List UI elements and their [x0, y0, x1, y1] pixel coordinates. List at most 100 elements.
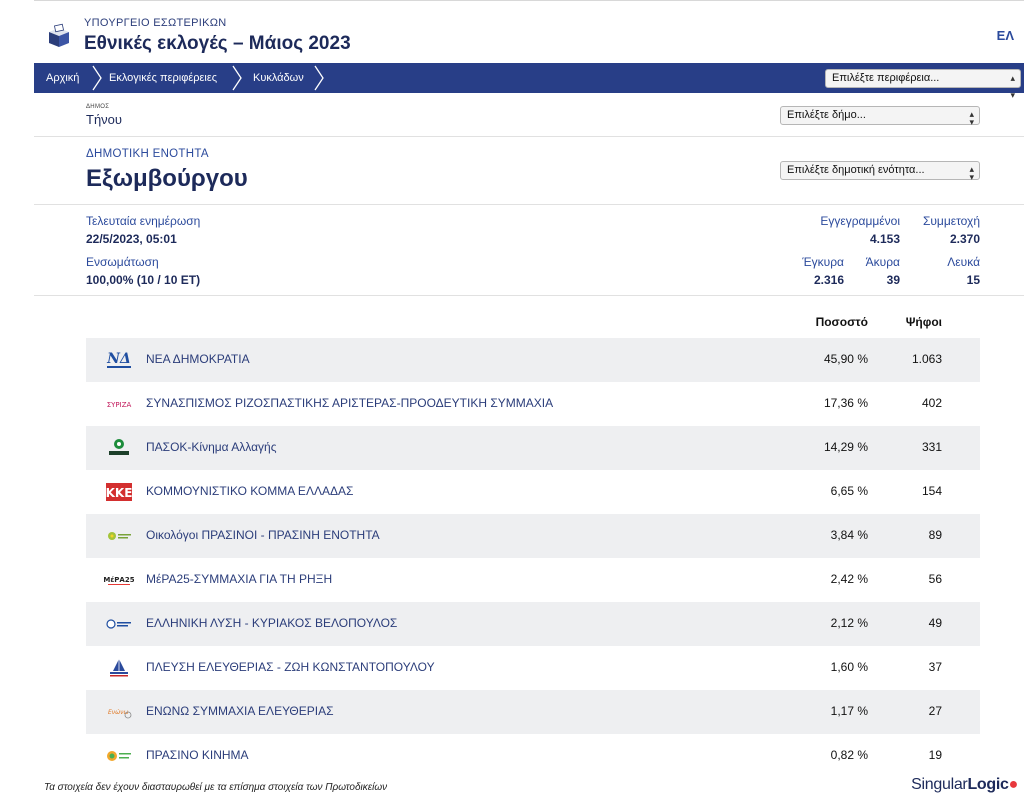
language-switch[interactable]: ΕΛ — [997, 28, 1014, 43]
party-votes: 154 — [921, 484, 942, 498]
blank-value: 15 — [966, 273, 980, 287]
party-row[interactable]: ΠΛΕΥΣΗ ΕΛΕΥΘΕΡΙΑΣ - ΖΩΗ ΚΩΝΣΤΑΝΤΟΠΟΥΛΟΥ … — [86, 646, 980, 690]
party-row[interactable]: ΝΔ ΝΕΑ ΔΗΜΟΚΡΑΤΙΑ 45,90 % 1.063 — [86, 338, 980, 382]
party-votes: 49 — [928, 616, 942, 630]
chevron-right-icon — [232, 65, 242, 91]
breadcrumb-regions[interactable]: Εκλογικές περιφέρειες — [109, 63, 217, 93]
chevron-right-icon — [314, 65, 324, 91]
party-votes: 402 — [921, 396, 942, 410]
party-name: ΠΛΕΥΣΗ ΕΛΕΥΘΕΡΙΑΣ - ΖΩΗ ΚΩΝΣΤΑΝΤΟΠΟΥΛΟΥ — [146, 660, 435, 674]
invalid-value: 39 — [886, 273, 900, 287]
party-name: Οικολόγοι ΠΡΑΣΙΝΟΙ - ΠΡΑΣΙΝΗ ΕΝΟΤΗΤΑ — [146, 528, 380, 542]
svg-text:KKE: KKE — [106, 486, 133, 500]
party-row[interactable]: KKE ΚΟΜΜΟΥΝΙΣΤΙΚΟ ΚΟΜΜΑ ΕΛΛΑΔΑΣ 6,65 % 1… — [86, 470, 980, 514]
svg-text:ΝΔ: ΝΔ — [106, 351, 131, 367]
party-percentage: 2,12 % — [830, 616, 868, 630]
select-arrows-icon: ▴ ▾ — [969, 109, 974, 127]
region-select-value: Επιλέξτε περιφέρεια... — [832, 72, 940, 84]
municipality-name: Τήνου — [86, 112, 123, 127]
party-votes: 89 — [928, 528, 942, 542]
select-arrows-icon: ▴ ▾ — [969, 164, 974, 182]
party-percentage: 45,90 % — [823, 352, 868, 366]
svg-text:MέΡΑ25: MέΡΑ25 — [104, 576, 134, 584]
mera25-logo-icon: MέΡΑ25 — [104, 569, 134, 591]
ministry-label: ΥΠΟΥΡΓΕΙΟ ΕΣΩΤΕΡΙΚΩΝ — [84, 17, 227, 29]
party-percentage: 14,29 % — [823, 440, 868, 454]
party-name: ΕΛΛΗΝΙΚΗ ΛΥΣΗ - ΚΥΡΙΑΚΟΣ ΒΕΛΟΠΟΥΛΟΣ — [146, 616, 398, 630]
breadcrumb: Αρχική Εκλογικές περιφέρειες Κυκλάδων Επ… — [34, 63, 1024, 100]
column-header-percentage: Ποσοστό — [815, 315, 868, 329]
breadcrumb-kyklades[interactable]: Κυκλάδων — [253, 63, 304, 93]
party-name: ΣΥΝΑΣΠΙΣΜΟΣ ΡΙΖΟΣΠΑΣΤΙΚΗΣ ΑΡΙΣΤΕΡΑΣ-ΠΡΟΟ… — [146, 396, 554, 410]
party-votes: 27 — [928, 704, 942, 718]
chevron-right-icon — [92, 65, 102, 91]
pasok-logo-icon — [104, 437, 134, 459]
party-row[interactable]: ΠΡΑΣΙΝΟ ΚΙΝΗΜΑ 0,82 % 19 — [86, 734, 980, 778]
party-name: ΝΕΑ ΔΗΜΟΚΡΑΤΙΑ — [146, 352, 250, 366]
party-percentage: 0,82 % — [830, 748, 868, 762]
party-percentage: 3,84 % — [830, 528, 868, 542]
party-percentage: 1,17 % — [830, 704, 868, 718]
party-name: ΠΡΑΣΙΝΟ ΚΙΝΗΜΑ — [146, 748, 249, 762]
page-title: Εθνικές εκλογές – Μάιος 2023 — [84, 33, 351, 54]
results-page: ΥΠΟΥΡΓΕΙΟ ΕΣΩΤΕΡΙΚΩΝ Εθνικές εκλογές – Μ… — [34, 0, 1024, 801]
disclaimer-note: Τα στοιχεία δεν έχουν διασταυρωθεί με τα… — [44, 782, 388, 793]
valid-value: 2.316 — [813, 273, 844, 287]
municipality-label: ΔΗΜΟΣ — [86, 104, 110, 110]
party-votes: 37 — [928, 660, 942, 674]
municipality-row: ΔΗΜΟΣ Τήνου Επιλέξτε δήμο... ▴ ▾ — [34, 93, 1024, 137]
municipality-select-value: Επιλέξτε δήμο... — [787, 109, 866, 121]
party-row[interactable]: ΠΑΣΟΚ-Κίνημα Αλλαγής 14,29 % 331 — [86, 426, 980, 470]
party-votes: 19 — [928, 748, 942, 762]
breadcrumb-home[interactable]: Αρχική — [46, 63, 79, 93]
municipal-unit-select-value: Επιλέξτε δημοτική ενότητα... — [787, 164, 925, 176]
party-name: ΠΑΣΟΚ-Κίνημα Αλλαγής — [146, 440, 277, 454]
invalid-label: Άκυρα — [865, 255, 900, 269]
ballot-box-icon — [49, 23, 69, 47]
kke-logo-icon: KKE — [104, 481, 134, 503]
enono-logo-icon: Ενώνω — [104, 701, 134, 723]
turnout-value: 2.370 — [949, 232, 980, 246]
party-name: ΜέΡΑ25-ΣΥΜΜΑΧΙΑ ΓΙΑ ΤΗ ΡΗΞΗ — [146, 572, 333, 586]
last-update-value: 22/5/2023, 05:01 — [86, 232, 177, 246]
municipal-unit-name: Εξωμβούργου — [86, 165, 248, 192]
party-percentage: 2,42 % — [830, 572, 868, 586]
party-percentage: 17,36 % — [823, 396, 868, 410]
stats-panel: Τελευταία ενημέρωση 22/5/2023, 05:01 Ενσ… — [34, 205, 1024, 296]
party-name: ΕΝΩΝΩ ΣΥΜΜΑΧΙΑ ΕΛΕΥΘΕΡΙΑΣ — [146, 704, 334, 718]
region-select[interactable]: Επιλέξτε περιφέρεια... ▴ ▾ — [825, 69, 1021, 100]
brand-name-part2: Logic — [967, 776, 1009, 793]
nd-logo-icon: ΝΔ — [104, 349, 134, 371]
brand-logo[interactable]: SingularLogic● — [911, 776, 1018, 794]
party-row[interactable]: ΕΛΛΗΝΙΚΗ ΛΥΣΗ - ΚΥΡΙΑΚΟΣ ΒΕΛΟΠΟΥΛΟΣ 2,12… — [86, 602, 980, 646]
prasino-kinima-logo-icon — [104, 745, 134, 767]
municipality-select[interactable]: Επιλέξτε δήμο... ▴ ▾ — [780, 106, 980, 127]
municipal-unit-label: ΔΗΜΟΤΙΚΗ ΕΝΟΤΗΤΑ — [86, 148, 209, 160]
party-row[interactable]: ΣΥΡΙΖΑ ΣΥΝΑΣΠΙΣΜΟΣ ΡΙΖΟΣΠΑΣΤΙΚΗΣ ΑΡΙΣΤΕΡ… — [86, 382, 980, 426]
syriza-logo-icon: ΣΥΡΙΖΑ — [104, 393, 134, 415]
plefsi-logo-icon — [104, 657, 134, 679]
svg-text:ΣΥΡΙΖΑ: ΣΥΡΙΖΑ — [107, 401, 132, 409]
last-update-label: Τελευταία ενημέρωση — [86, 214, 201, 228]
greens-logo-icon — [104, 525, 134, 547]
party-row[interactable]: Οικολόγοι ΠΡΑΣΙΝΟΙ - ΠΡΑΣΙΝΗ ΕΝΟΤΗΤΑ 3,8… — [86, 514, 980, 558]
party-row[interactable]: MέΡΑ25 ΜέΡΑ25-ΣΥΜΜΑΧΙΑ ΓΙΑ ΤΗ ΡΗΞΗ 2,42 … — [86, 558, 980, 602]
elliniki-lysi-logo-icon — [104, 613, 134, 635]
municipal-unit-select[interactable]: Επιλέξτε δημοτική ενότητα... ▴ ▾ — [780, 161, 980, 182]
party-row[interactable]: Ενώνω ΕΝΩΝΩ ΣΥΜΜΑΧΙΑ ΕΛΕΥΘΕΡΙΑΣ 1,17 % 2… — [86, 690, 980, 734]
integration-value: 100,00% (10 / 10 ΕΤ) — [86, 273, 201, 287]
party-percentage: 1,60 % — [830, 660, 868, 674]
left-gutter — [0, 0, 34, 801]
party-votes: 1.063 — [911, 352, 942, 366]
registered-label: Εγγεγραμμένοι — [820, 214, 900, 228]
brand-mark-icon: ● — [1008, 776, 1019, 793]
party-percentage: 6,65 % — [830, 484, 868, 498]
municipal-unit-row: ΔΗΜΟΤΙΚΗ ΕΝΟΤΗΤΑ Εξωμβούργου Επιλέξτε δη… — [34, 137, 1024, 205]
party-votes: 56 — [928, 572, 942, 586]
registered-value: 4.153 — [869, 232, 900, 246]
party-name: ΚΟΜΜΟΥΝΙΣΤΙΚΟ ΚΟΜΜΑ ΕΛΛΑΔΑΣ — [146, 484, 354, 498]
turnout-label: Συμμετοχή — [922, 214, 980, 228]
svg-text:Ενώνω: Ενώνω — [108, 709, 129, 716]
integration-label: Ενσωμάτωση — [86, 255, 159, 269]
valid-label: Έγκυρα — [802, 255, 844, 269]
